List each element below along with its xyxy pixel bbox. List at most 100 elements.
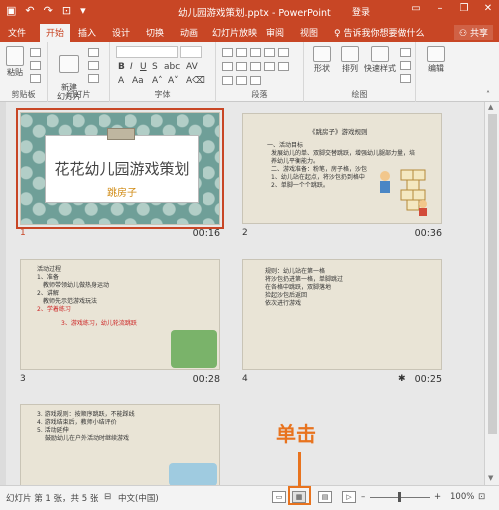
strikethrough-icon[interactable]: abc: [164, 62, 180, 72]
quick-styles-icon: [371, 46, 389, 62]
align-center-icon[interactable]: [236, 62, 247, 71]
section-icon[interactable]: [88, 74, 99, 83]
font-size-field[interactable]: [180, 46, 202, 58]
clipboard-label: 剪贴板: [11, 90, 36, 99]
font-label: 字体: [154, 90, 171, 99]
change-case-icon[interactable]: Aa: [132, 76, 144, 86]
tab-insert[interactable]: 插入: [78, 26, 96, 39]
slide-3-line-7: 3、游戏练习，幼儿轮流跳跃: [61, 320, 137, 327]
layout-icon[interactable]: [88, 48, 99, 57]
zoom-out-icon[interactable]: –: [361, 492, 365, 502]
collapse-ribbon-icon[interactable]: ˄: [486, 90, 490, 99]
redo-icon[interactable]: ↷: [44, 4, 53, 17]
hopscotch-illustration: [380, 169, 427, 216]
columns-icon[interactable]: [278, 62, 289, 71]
scroll-up-icon[interactable]: ▲: [488, 103, 493, 111]
slide-2-line-5: 1、幼儿站在起点，将沙包扔到格中: [271, 174, 365, 181]
minimize-icon[interactable]: –: [433, 3, 447, 14]
cut-icon[interactable]: [30, 48, 41, 57]
numbering-icon[interactable]: [236, 48, 247, 57]
reset-icon[interactable]: [88, 61, 99, 70]
share-button[interactable]: ⚇ 共享: [454, 25, 493, 40]
editing-button[interactable]: 编辑: [424, 46, 448, 74]
slide-thumbnail-3[interactable]: 活动过程 1、准备 教师带领幼儿做热身运动 2、讲解 教师先示范游戏玩法 2、学…: [20, 259, 220, 370]
slide-thumbnail-5[interactable]: 3. 游戏规则：按顺序跳跃，不能踩线 4. 游戏结束后，教师小结评价 5. 活动…: [20, 404, 220, 485]
shrink-font-icon[interactable]: A˅: [168, 76, 179, 86]
text-direction-icon[interactable]: [222, 76, 233, 85]
undo-icon[interactable]: ↶: [25, 4, 34, 17]
quick-styles-button[interactable]: 快速样式: [364, 46, 396, 74]
shadow-icon[interactable]: S: [152, 62, 158, 72]
tab-design[interactable]: 设计: [112, 26, 130, 39]
login-button[interactable]: 登录: [352, 5, 370, 18]
reading-view-icon[interactable]: ▤: [318, 491, 332, 503]
language-status[interactable]: 中文(中国): [118, 492, 159, 504]
ribbon-options-icon[interactable]: ▭: [409, 3, 423, 14]
slide-number-1: 1: [20, 228, 26, 238]
bullets-icon[interactable]: [222, 48, 233, 57]
slide-4-line-3: 在各格中跳跃，双脚落地: [265, 284, 332, 291]
align-right-icon[interactable]: [250, 62, 261, 71]
zoom-in-icon[interactable]: +: [434, 492, 441, 502]
title-card: 花花幼儿园游戏策划 跳房子: [45, 135, 199, 203]
tab-view[interactable]: 视图: [300, 26, 318, 39]
slide-4-line-4: 捡起沙包后返回: [265, 292, 308, 299]
shapes-button[interactable]: 形状: [310, 46, 334, 74]
save-icon[interactable]: ▣: [6, 4, 16, 17]
scroll-thumb[interactable]: [488, 114, 497, 434]
slide-duration-3: 00:28: [192, 374, 220, 385]
restore-icon[interactable]: ❐: [457, 3, 471, 14]
children-illustration: [171, 330, 217, 368]
arrange-button[interactable]: 排列: [338, 46, 362, 74]
char-spacing-icon[interactable]: AV: [186, 62, 198, 72]
font-name-field[interactable]: [116, 46, 178, 58]
underline-icon[interactable]: U: [140, 62, 147, 72]
zoom-slider-handle[interactable]: [398, 492, 401, 502]
close-icon[interactable]: ✕: [481, 3, 495, 14]
zoom-level[interactable]: 100%: [450, 492, 474, 502]
smartart-icon[interactable]: [250, 76, 261, 85]
children-illustration-2: [169, 463, 217, 485]
italic-icon[interactable]: I: [130, 62, 133, 72]
slide-thumbnail-2[interactable]: 《跳房子》游戏规则 一、活动目标 发展幼儿的单、双脚交替跳跃，增强幼儿腿部力量，…: [242, 113, 442, 224]
slide-4-line-1: 规则：幼儿站在第一格: [265, 268, 326, 275]
bold-icon[interactable]: B: [118, 62, 125, 72]
slide-3-line-6: 2、学着练习: [37, 306, 71, 313]
decrease-indent-icon[interactable]: [250, 48, 261, 57]
font-color-icon[interactable]: A: [118, 76, 124, 86]
justify-icon[interactable]: [264, 62, 275, 71]
shape-outline-icon[interactable]: [400, 61, 411, 70]
normal-view-icon[interactable]: ▭: [272, 491, 286, 503]
drawing-group: 形状 排列 快速样式 绘图: [304, 42, 416, 102]
slide-thumbnail-1[interactable]: 花花幼儿园游戏策划 跳房子: [16, 108, 224, 229]
shape-fill-icon[interactable]: [400, 48, 411, 57]
clear-format-icon[interactable]: A⌫: [186, 76, 205, 86]
copy-icon[interactable]: [30, 61, 41, 70]
tab-animations[interactable]: 动画: [180, 26, 198, 39]
start-icon[interactable]: ⊡: [62, 4, 71, 17]
slides-label: 幻灯片: [66, 90, 91, 99]
paper-clip-decoration: [107, 128, 135, 140]
increase-indent-icon[interactable]: [264, 48, 275, 57]
format-painter-icon[interactable]: [30, 74, 41, 83]
vertical-scrollbar[interactable]: ▲ ▼: [484, 102, 499, 485]
line-spacing-icon[interactable]: [278, 48, 289, 57]
paste-button[interactable]: 粘贴: [4, 46, 26, 78]
tab-review[interactable]: 审阅: [266, 26, 284, 39]
tab-file[interactable]: 文件: [8, 26, 26, 39]
tell-me-box[interactable]: ♀ 告诉我你想要做什么: [334, 26, 424, 39]
scroll-down-icon[interactable]: ▼: [488, 474, 493, 482]
slideshow-view-icon[interactable]: ▷: [342, 491, 356, 503]
clipboard-icon: [6, 46, 24, 66]
tab-slideshow[interactable]: 幻灯片放映: [212, 26, 257, 39]
shape-effects-icon[interactable]: [400, 74, 411, 83]
align-left-icon[interactable]: [222, 62, 233, 71]
customize-icon[interactable]: ▾: [80, 4, 86, 17]
tab-transitions[interactable]: 切换: [146, 26, 164, 39]
align-text-icon[interactable]: [236, 76, 247, 85]
grow-font-icon[interactable]: A˄: [152, 76, 163, 86]
fit-window-icon[interactable]: ⊡: [478, 492, 485, 502]
slide-thumbnail-4[interactable]: 规则：幼儿站在第一格 将沙包扔进第一格，单脚跳过 在各格中跳跃，双脚落地 捡起沙…: [242, 259, 442, 370]
tab-home[interactable]: 开始: [40, 24, 71, 42]
spell-check-icon[interactable]: ⊟: [104, 492, 111, 502]
